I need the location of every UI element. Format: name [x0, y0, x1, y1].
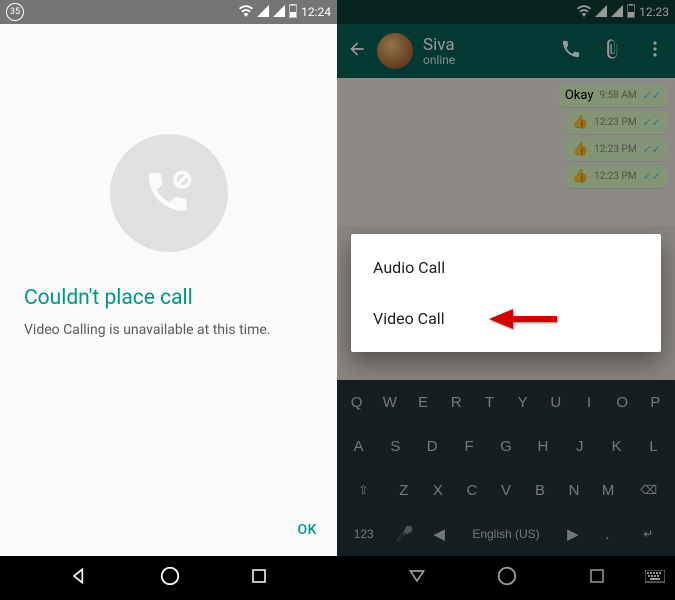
key[interactable]: T: [474, 383, 505, 421]
key[interactable]: S: [378, 427, 413, 465]
read-ticks-icon: ✓✓: [643, 116, 661, 129]
message-bubble[interactable]: 👍 12:23 PM ✓✓: [566, 111, 667, 134]
key[interactable]: C: [456, 471, 488, 509]
message-text: Okay: [565, 88, 594, 103]
period-key[interactable]: .: [591, 515, 623, 553]
message-emoji: 👍: [572, 169, 588, 184]
recents-icon[interactable]: [250, 567, 268, 589]
message-time: 9:58 AM: [600, 90, 637, 101]
key[interactable]: U: [540, 383, 571, 421]
key[interactable]: H: [525, 427, 560, 465]
recents-icon[interactable]: [588, 567, 606, 589]
call-icon[interactable]: [561, 39, 581, 63]
key[interactable]: Z: [388, 471, 420, 509]
key[interactable]: A: [341, 427, 376, 465]
keyboard-row: A S D F G H J K L: [337, 424, 675, 468]
back-icon[interactable]: [69, 566, 89, 590]
message-emoji: 👍: [572, 115, 588, 130]
nav-bar: [337, 556, 675, 600]
key[interactable]: M: [592, 471, 624, 509]
ok-button[interactable]: OK: [298, 522, 318, 538]
key[interactable]: Q: [341, 383, 372, 421]
home-icon[interactable]: [496, 565, 518, 591]
key[interactable]: I: [573, 383, 604, 421]
keyboard[interactable]: Q W E R T Y U I O P A S D F G H J K L ⇧ …: [337, 380, 675, 556]
keyboard-hide-icon[interactable]: [645, 569, 665, 588]
key[interactable]: F: [452, 427, 487, 465]
enter-key[interactable]: ↵: [626, 515, 671, 553]
battery-icon: [289, 4, 297, 21]
back-icon[interactable]: [347, 39, 367, 63]
mic-icon[interactable]: 🎤: [388, 515, 420, 553]
signal-icon: [257, 5, 269, 20]
avatar[interactable]: [377, 33, 413, 69]
key[interactable]: L: [636, 427, 671, 465]
key[interactable]: B: [524, 471, 556, 509]
status-time: 12:24: [301, 5, 331, 19]
message-bubble[interactable]: 👍 12:23 PM ✓✓: [566, 165, 667, 188]
signal-icon-2: [611, 5, 623, 20]
left-screen: 35 12:24 Couldn't place call Video Calli…: [0, 0, 337, 600]
right-arrow-icon[interactable]: ▶: [557, 515, 589, 553]
key[interactable]: K: [599, 427, 634, 465]
message-time: 12:23 PM: [594, 171, 636, 182]
key[interactable]: D: [415, 427, 450, 465]
key[interactable]: E: [407, 383, 438, 421]
read-ticks-icon: ✓✓: [643, 170, 661, 183]
key[interactable]: R: [441, 383, 472, 421]
key[interactable]: O: [607, 383, 638, 421]
more-icon[interactable]: [645, 39, 665, 63]
message-bubble[interactable]: Okay 9:58 AM ✓✓: [559, 84, 667, 107]
message-time: 12:23 PM: [594, 144, 636, 155]
message-bubble[interactable]: 👍 12:23 PM ✓✓: [566, 138, 667, 161]
keyboard-row: ⇧ Z X C V B N M ⌫: [337, 468, 675, 512]
key[interactable]: W: [374, 383, 405, 421]
status-bar: 12:23: [337, 0, 675, 24]
read-ticks-icon: ✓✓: [643, 89, 661, 102]
read-ticks-icon: ✓✓: [643, 143, 661, 156]
key[interactable]: P: [640, 383, 671, 421]
error-subtitle: Video Calling is unavailable at this tim…: [24, 322, 270, 338]
home-icon[interactable]: [159, 565, 181, 591]
chat-header: Siva online: [337, 24, 675, 78]
attach-icon[interactable]: [603, 39, 623, 63]
key[interactable]: Y: [507, 383, 538, 421]
phone-unavailable-icon: [110, 134, 228, 252]
left-arrow-icon[interactable]: ◀: [423, 515, 455, 553]
signal-icon: [595, 5, 607, 20]
contact-name: Siva: [423, 35, 455, 55]
nav-bar: [0, 556, 337, 600]
contact-status: online: [423, 53, 455, 67]
key[interactable]: V: [490, 471, 522, 509]
key[interactable]: G: [489, 427, 524, 465]
right-screen: 12:23 Siva online Okay 9:58 AM ✓✓ 👍 12:2…: [337, 0, 675, 600]
backspace-key[interactable]: ⌫: [626, 471, 671, 509]
error-panel: Couldn't place call Video Calling is una…: [0, 24, 337, 556]
spacebar[interactable]: English (US): [457, 515, 554, 553]
status-bar: 35 12:24: [0, 0, 337, 24]
audio-call-option[interactable]: Audio Call: [351, 242, 661, 293]
key[interactable]: X: [422, 471, 454, 509]
shift-key[interactable]: ⇧: [341, 471, 386, 509]
back-icon[interactable]: [407, 566, 427, 590]
key[interactable]: N: [558, 471, 590, 509]
annotation-arrow-icon: [489, 306, 559, 336]
wifi-icon: [577, 5, 591, 20]
wifi-icon: [239, 5, 253, 20]
error-title: Couldn't place call: [24, 286, 193, 310]
message-time: 12:23 PM: [594, 117, 636, 128]
keyboard-row: Q W E R T Y U I O P: [337, 380, 675, 424]
keyboard-row: 123 🎤 ◀ English (US) ▶ . ↵: [337, 512, 675, 556]
key[interactable]: J: [562, 427, 597, 465]
header-title-block[interactable]: Siva online: [423, 35, 455, 67]
message-emoji: 👍: [572, 142, 588, 157]
status-badge-icon: 35: [6, 3, 24, 21]
status-time: 12:23: [639, 5, 669, 19]
chat-area[interactable]: Okay 9:58 AM ✓✓ 👍 12:23 PM ✓✓ 👍 12:23 PM…: [337, 78, 675, 226]
signal-icon-2: [273, 5, 285, 20]
symbols-key[interactable]: 123: [341, 515, 386, 553]
battery-icon: [627, 4, 635, 21]
